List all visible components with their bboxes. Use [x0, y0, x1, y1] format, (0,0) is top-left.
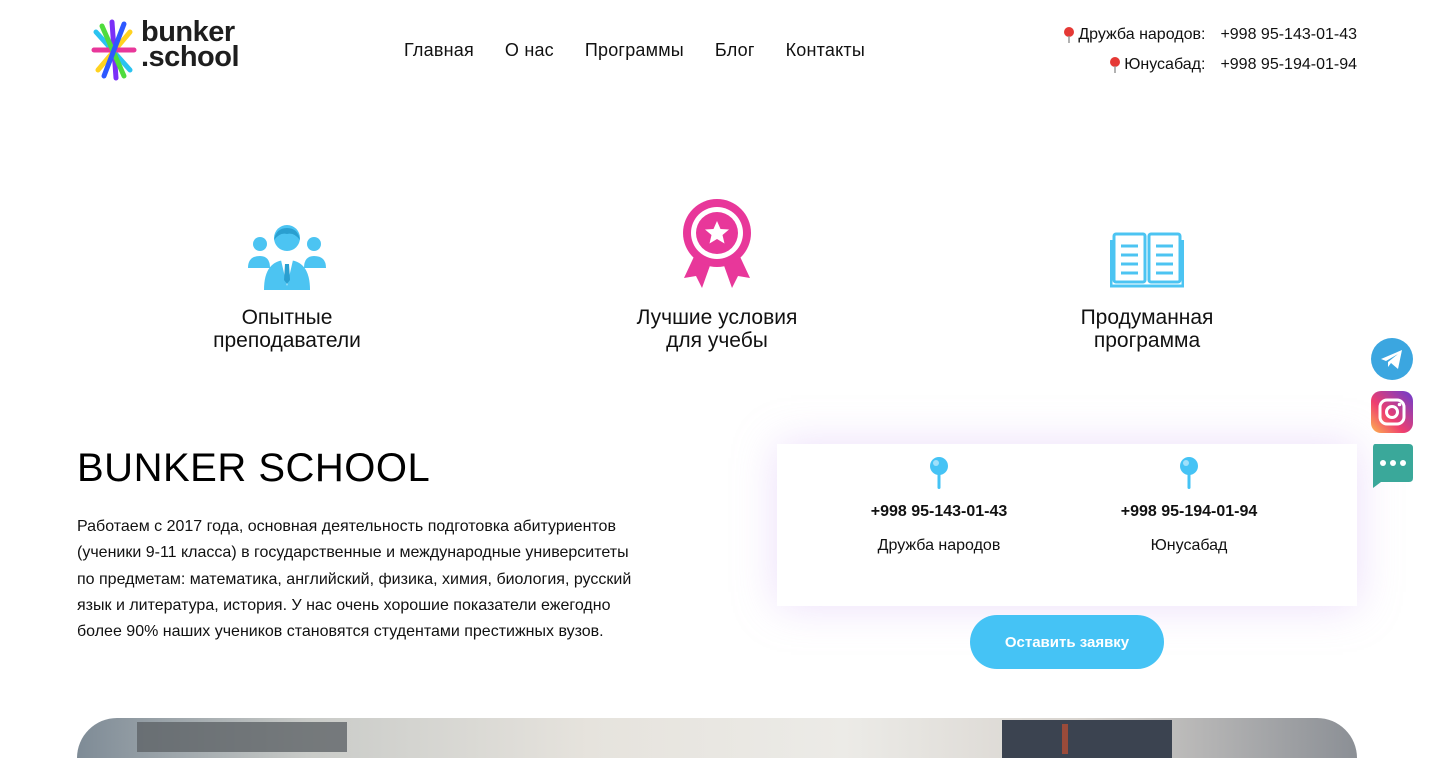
- submit-request-button[interactable]: Оставить заявку: [970, 615, 1164, 669]
- header-phone[interactable]: +998 95-194-01-94: [1220, 55, 1357, 75]
- main-nav: Главная О нас Программы Блог Контакты: [404, 38, 896, 62]
- hero-photo: [77, 718, 1357, 758]
- branch-2: +998 95-194-01-94 Юнусабад: [1064, 456, 1314, 555]
- logo-line-2: .school: [141, 41, 240, 73]
- feature-conditions: Лучшие условия для учебы: [587, 199, 847, 352]
- branches-card: +998 95-143-01-43 Дружба народов +998 95…: [777, 444, 1357, 606]
- header-phone[interactable]: +998 95-143-01-43: [1220, 25, 1357, 45]
- award-ribbon-icon: [683, 199, 751, 288]
- header-contact-1: Дружба народов: +998 95-143-01-43: [1062, 25, 1357, 45]
- header-location: Юнусабад:: [1124, 56, 1206, 73]
- nav-blog[interactable]: Блог: [715, 38, 755, 62]
- feature-teachers: Опытные преподаватели: [157, 200, 417, 352]
- map-pin-icon: [1110, 57, 1121, 73]
- nav-about[interactable]: О нас: [505, 38, 554, 62]
- branch-1: +998 95-143-01-43 Дружба народов: [814, 456, 1064, 555]
- map-pin-icon: [1180, 457, 1198, 489]
- branch-place: Дружба народов: [877, 537, 1001, 554]
- telegram-icon[interactable]: [1371, 338, 1413, 380]
- branch-place: Юнусабад: [1150, 537, 1228, 554]
- open-book-icon: [1110, 232, 1184, 288]
- teacher-icon: [248, 225, 326, 290]
- about-text: Работаем с 2017 года, основная деятельно…: [77, 518, 632, 641]
- feature-title: Лучшие условия для учебы: [636, 306, 798, 352]
- header-contact-2: Юнусабад: +998 95-194-01-94: [1108, 55, 1357, 75]
- feature-title: Опытные преподаватели: [213, 306, 361, 352]
- nav-programs[interactable]: Программы: [585, 38, 684, 62]
- chat-icon[interactable]: [1371, 444, 1413, 488]
- branch-phone[interactable]: +998 95-143-01-43: [814, 503, 1064, 521]
- header-location: Дружба народов:: [1078, 26, 1206, 43]
- nav-home[interactable]: Главная: [404, 38, 474, 62]
- about-title: BUNKER SCHOOL: [77, 446, 431, 490]
- branch-phone[interactable]: +998 95-194-01-94: [1064, 503, 1314, 521]
- feature-title: Продуманная программа: [1080, 306, 1214, 352]
- map-pin-icon: [930, 457, 948, 489]
- instagram-icon[interactable]: [1371, 391, 1413, 433]
- logo-text[interactable]: bunker .school: [141, 18, 240, 73]
- logo-mark-icon: [91, 19, 137, 81]
- nav-contacts[interactable]: Контакты: [786, 38, 865, 62]
- feature-program: Продуманная программа: [1017, 200, 1277, 352]
- map-pin-icon: [1064, 27, 1075, 43]
